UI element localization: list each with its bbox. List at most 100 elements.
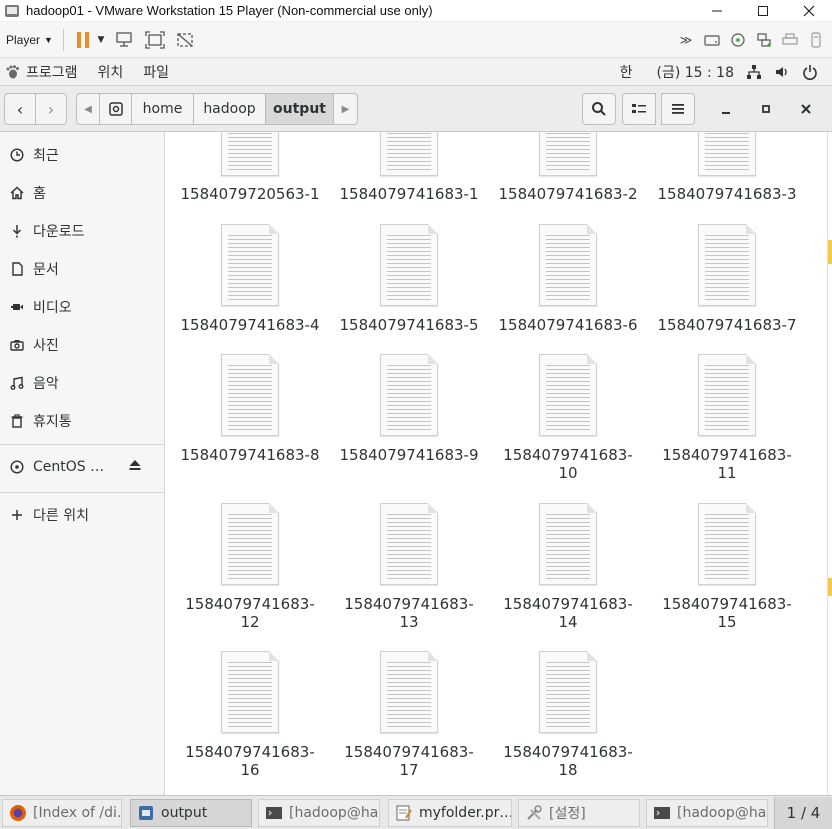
- trash-icon: [9, 413, 25, 429]
- network-button[interactable]: [754, 30, 774, 50]
- clock[interactable]: (금) 15 : 18: [656, 62, 734, 82]
- file-item[interactable]: 1584079741683-7: [652, 224, 802, 336]
- maximize-icon: [762, 105, 770, 113]
- back-button[interactable]: ‹: [4, 93, 36, 125]
- file-item[interactable]: 1584079741683-2: [493, 132, 643, 206]
- window-close-button[interactable]: [790, 93, 822, 125]
- files-app-menu[interactable]: 파일: [143, 62, 169, 82]
- download-icon: [9, 223, 25, 239]
- taskbar-item-terminal-2[interactable]: [hadoop@ha…: [646, 799, 768, 827]
- menu-button[interactable]: [661, 93, 695, 125]
- file-item[interactable]: 1584079741683- 18: [493, 651, 643, 781]
- vmware-app-icon: [5, 4, 19, 17]
- file-item[interactable]: 1584079741683- 14: [493, 503, 643, 633]
- list-view-icon: [632, 104, 646, 113]
- applications-menu[interactable]: 프로그램: [26, 62, 78, 82]
- printer-button[interactable]: [780, 30, 800, 50]
- file-item[interactable]: 1584079741683-4: [175, 224, 325, 336]
- window-minimize-button[interactable]: [710, 93, 742, 125]
- file-name-line2: 18: [558, 761, 578, 779]
- file-name: 1584079741683-2: [498, 185, 638, 203]
- sidebar-item-trash[interactable]: 휴지통: [0, 406, 164, 436]
- cd-button[interactable]: [728, 30, 748, 50]
- workspace-switcher[interactable]: 1 / 4: [774, 797, 832, 829]
- volume-icon[interactable]: [774, 64, 790, 80]
- places-menu[interactable]: 위치: [98, 62, 124, 82]
- taskbar-item-label: [설정]: [549, 806, 586, 822]
- minimize-button[interactable]: [694, 0, 740, 22]
- more-devices-button[interactable]: ≫: [676, 30, 696, 50]
- path-segment-output[interactable]: output: [266, 93, 334, 125]
- file-item[interactable]: 1584079741683- 12: [175, 503, 325, 633]
- gnome-top-bar: 프로그램 위치 파일 한 (금) 15 : 18: [0, 58, 832, 86]
- pause-dropdown[interactable]: ▼: [96, 29, 106, 51]
- eject-button[interactable]: [128, 458, 142, 476]
- file-item[interactable]: 1584079741683-5: [334, 224, 484, 336]
- file-name-line2: 11: [717, 464, 737, 482]
- usb-button[interactable]: [806, 30, 826, 50]
- taskbar-item-label: output: [161, 805, 208, 821]
- file-name-line2: 16: [240, 761, 260, 779]
- search-button[interactable]: [582, 93, 616, 125]
- file-item[interactable]: 1584079741683- 13: [334, 503, 484, 633]
- fullscreen-button[interactable]: [144, 29, 166, 51]
- path-scroll-right-button[interactable]: ▶: [334, 93, 358, 125]
- network-icon[interactable]: [746, 64, 762, 80]
- file-item[interactable]: 1584079720563-1: [175, 132, 325, 206]
- file-icon-view: 1584079720563-1 1584079741683-1 15840797…: [165, 132, 827, 795]
- player-menu[interactable]: Player ▼: [6, 33, 53, 47]
- taskbar-item-settings[interactable]: [설정]: [518, 799, 640, 827]
- pause-button[interactable]: [72, 29, 94, 51]
- file-item[interactable]: 1584079741683- 11: [652, 354, 802, 484]
- power-icon[interactable]: [802, 64, 818, 80]
- file-item[interactable]: 1584079741683-9: [334, 354, 484, 484]
- sidebar-item-pictures[interactable]: 사진: [0, 330, 164, 360]
- file-item[interactable]: 1584079741683- 16: [175, 651, 325, 781]
- send-ctrl-alt-del-button[interactable]: [114, 29, 136, 51]
- path-segment-hadoop[interactable]: hadoop: [194, 93, 266, 125]
- sidebar-item-centos-device[interactable]: CentOS …: [0, 452, 164, 482]
- sidebar-item-downloads[interactable]: 다운로드: [0, 216, 164, 246]
- sidebar-item-music[interactable]: 음악: [0, 368, 164, 398]
- text-file-icon: [539, 651, 597, 733]
- file-item[interactable]: 1584079741683-6: [493, 224, 643, 336]
- search-icon: [592, 102, 606, 116]
- sidebar-item-other-locations[interactable]: 다른 위치: [0, 500, 164, 530]
- window-maximize-button[interactable]: [750, 93, 782, 125]
- input-method-indicator[interactable]: 한: [620, 62, 633, 82]
- text-file-icon: [380, 132, 438, 176]
- file-item[interactable]: 1584079741683- 10: [493, 354, 643, 484]
- file-name-line2: 17: [399, 761, 419, 779]
- path-root-button[interactable]: [100, 93, 132, 125]
- taskbar-item-output[interactable]: output: [130, 799, 252, 827]
- settings-tools-icon: [525, 804, 543, 822]
- triangle-left-icon: ◀: [84, 103, 92, 115]
- forward-button[interactable]: ›: [35, 93, 67, 125]
- taskbar-item-editor[interactable]: myfolder.pr…: [388, 799, 512, 827]
- path-scroll-left-button[interactable]: ◀: [76, 93, 100, 125]
- file-item[interactable]: 1584079741683- 15: [652, 503, 802, 633]
- taskbar-item-terminal-1[interactable]: [hadoop@ha…: [258, 799, 380, 827]
- sidebar-item-documents[interactable]: 문서: [0, 254, 164, 284]
- view-toggle-button[interactable]: [622, 93, 656, 125]
- caret-down-icon: ▼: [44, 34, 53, 45]
- close-button[interactable]: [786, 0, 832, 22]
- host-desktop-edge-highlight: [828, 578, 832, 596]
- file-name: 1584079741683-1: [339, 185, 479, 203]
- file-item[interactable]: 1584079741683- 17: [334, 651, 484, 781]
- window-title: hadoop01 - VMware Workstation 15 Player …: [26, 3, 433, 18]
- cd-icon: [731, 33, 745, 47]
- sidebar-item-home[interactable]: 홈: [0, 178, 164, 208]
- maximize-button[interactable]: [740, 0, 786, 22]
- sidebar-item-videos[interactable]: 비디오: [0, 292, 164, 322]
- taskbar-item-browser[interactable]: [Index of /di…: [2, 799, 122, 827]
- sidebar-item-recent[interactable]: 최근: [0, 140, 164, 170]
- taskbar-item-label: [Index of /di…: [33, 805, 122, 821]
- file-item[interactable]: 1584079741683-8: [175, 354, 325, 484]
- text-file-icon: [380, 503, 438, 585]
- hdd-button[interactable]: [702, 30, 722, 50]
- unity-button[interactable]: [174, 29, 196, 51]
- file-item[interactable]: 1584079741683-1: [334, 132, 484, 206]
- file-item[interactable]: 1584079741683-3: [652, 132, 802, 206]
- path-segment-home[interactable]: home: [132, 93, 194, 125]
